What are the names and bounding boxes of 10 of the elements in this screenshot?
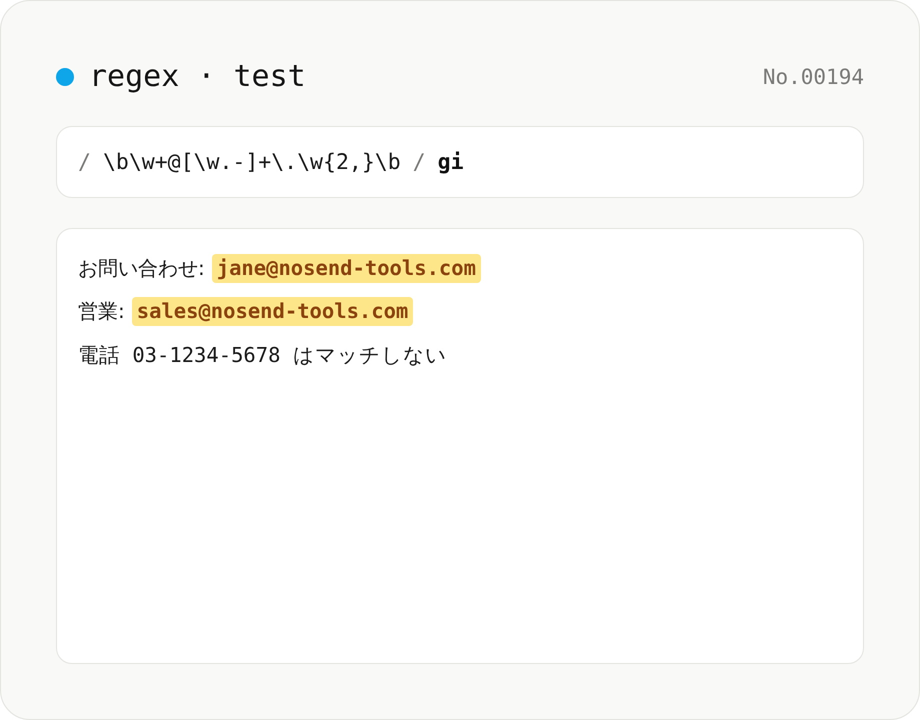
- line-label: 営業:: [78, 298, 125, 325]
- email-match: jane@nosend-tools.com: [212, 254, 481, 283]
- status-dot-icon: [56, 68, 74, 86]
- sample-line: 電話 03-1234-5678 はマッチしない: [78, 342, 447, 368]
- test-string-field[interactable]: お問い合わせ: jane@nosend-tools.com 営業: sales@nosend-tools.com 電話 03-1234-5678 はマッチしない: [56, 228, 864, 664]
- email-match: sales@nosend-tools.com: [132, 297, 414, 326]
- regex-field[interactable]: / \b\w+@[\w.-]+\.\w{2,}\b / gi: [56, 126, 864, 198]
- line-label: お問い合わせ:: [78, 255, 205, 282]
- record-number: No.00194: [762, 64, 864, 91]
- card-title: regex · test: [89, 58, 306, 96]
